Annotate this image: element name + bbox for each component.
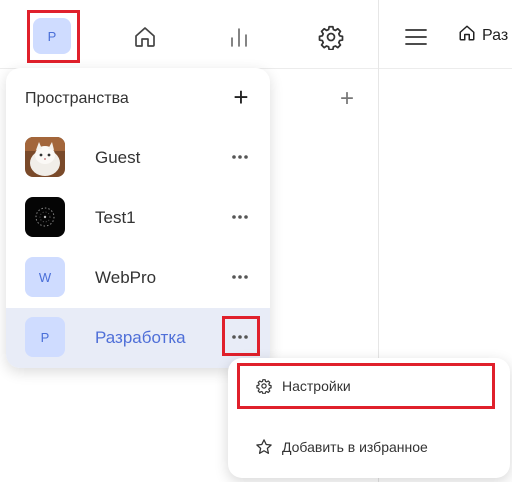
highlight-box bbox=[237, 363, 495, 409]
workspace-item-guest[interactable]: Guest bbox=[6, 128, 270, 188]
avatar-letter: Р bbox=[40, 329, 50, 345]
panel-title: Пространства bbox=[25, 90, 129, 107]
bar-chart-icon[interactable] bbox=[226, 24, 252, 50]
more-options-icon[interactable] bbox=[230, 147, 250, 167]
more-options-icon[interactable] bbox=[230, 267, 250, 287]
avatar: Р bbox=[25, 317, 65, 357]
more-options-icon[interactable] bbox=[230, 207, 250, 227]
gear-icon[interactable] bbox=[317, 23, 345, 51]
menu-item-add-favorite[interactable]: Добавить в избранное bbox=[228, 425, 510, 469]
add-button-background[interactable]: + bbox=[336, 87, 358, 111]
top-bar: Р Раз bbox=[0, 0, 512, 69]
breadcrumb[interactable]: Раз bbox=[458, 24, 508, 47]
menu-icon[interactable] bbox=[403, 24, 429, 50]
home-small-icon bbox=[458, 24, 476, 47]
workspace-name: WebPro bbox=[95, 268, 157, 287]
workspace-name: Guest bbox=[95, 148, 141, 167]
avatar bbox=[25, 137, 65, 177]
highlight-box bbox=[222, 316, 260, 356]
star-icon bbox=[254, 437, 274, 457]
avatar-letter: W bbox=[38, 269, 52, 285]
avatar bbox=[25, 197, 65, 237]
home-icon[interactable] bbox=[132, 24, 158, 50]
dark-photo-icon bbox=[25, 197, 65, 237]
add-workspace-button[interactable]: + bbox=[230, 84, 252, 110]
workspace-name: Test1 bbox=[95, 208, 136, 227]
workspace-name: Разработка bbox=[95, 328, 186, 347]
workspace-item-webpro[interactable]: W WebPro bbox=[6, 248, 270, 308]
avatar: W bbox=[25, 257, 65, 297]
breadcrumb-label: Раз bbox=[482, 26, 509, 44]
menu-item-label: Добавить в избранное bbox=[282, 439, 428, 455]
highlight-box bbox=[27, 10, 80, 63]
cat-photo-icon bbox=[25, 137, 65, 177]
workspace-item-test1[interactable]: Test1 bbox=[6, 188, 270, 248]
